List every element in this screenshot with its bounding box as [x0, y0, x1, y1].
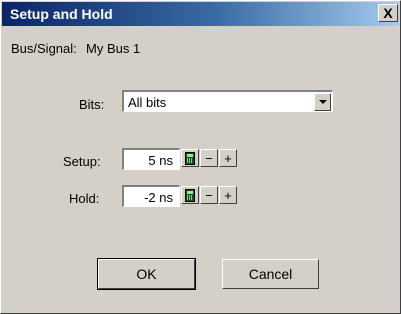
calculator-icon	[185, 151, 195, 165]
hold-input[interactable]: -2 ns	[121, 184, 181, 208]
setup-input[interactable]: 5 ns	[121, 147, 181, 171]
setup-label: Setup:	[63, 154, 101, 169]
calculator-icon	[185, 188, 195, 202]
hold-calculator-button[interactable]	[181, 186, 199, 204]
hold-label: Hold:	[69, 191, 100, 206]
bits-label: Bits:	[79, 97, 105, 112]
hold-decrement-button[interactable]: −	[200, 186, 218, 204]
setup-decrement-button[interactable]: −	[200, 149, 218, 167]
close-icon: X	[383, 5, 393, 21]
bus-signal-value: My Bus 1	[86, 41, 141, 56]
dialog-title: Setup and Hold	[10, 6, 113, 22]
bits-dropdown[interactable]: All bits	[121, 89, 334, 113]
plus-icon: +	[224, 150, 232, 166]
setup-and-hold-dialog: Setup and Hold X Bus/Signal: My Bus 1 Bi…	[0, 0, 401, 314]
hold-increment-button[interactable]: +	[219, 186, 237, 204]
chevron-down-icon[interactable]	[314, 93, 331, 111]
title-bar: Setup and Hold X	[2, 2, 399, 26]
ok-button-label: OK	[136, 266, 157, 282]
minus-icon: −	[205, 150, 213, 166]
bus-signal-label: Bus/Signal:	[11, 41, 77, 56]
hold-value: -2 ns	[144, 190, 173, 205]
plus-icon: +	[224, 187, 232, 203]
ok-button[interactable]: OK	[97, 258, 196, 290]
bits-selected-value: All bits	[128, 95, 167, 110]
setup-calculator-button[interactable]	[181, 149, 199, 167]
cancel-button-label: Cancel	[248, 266, 293, 282]
minus-icon: −	[205, 187, 213, 203]
setup-value: 5 ns	[148, 153, 173, 168]
close-button[interactable]: X	[378, 4, 398, 22]
cancel-button[interactable]: Cancel	[222, 259, 319, 289]
setup-increment-button[interactable]: +	[219, 149, 237, 167]
